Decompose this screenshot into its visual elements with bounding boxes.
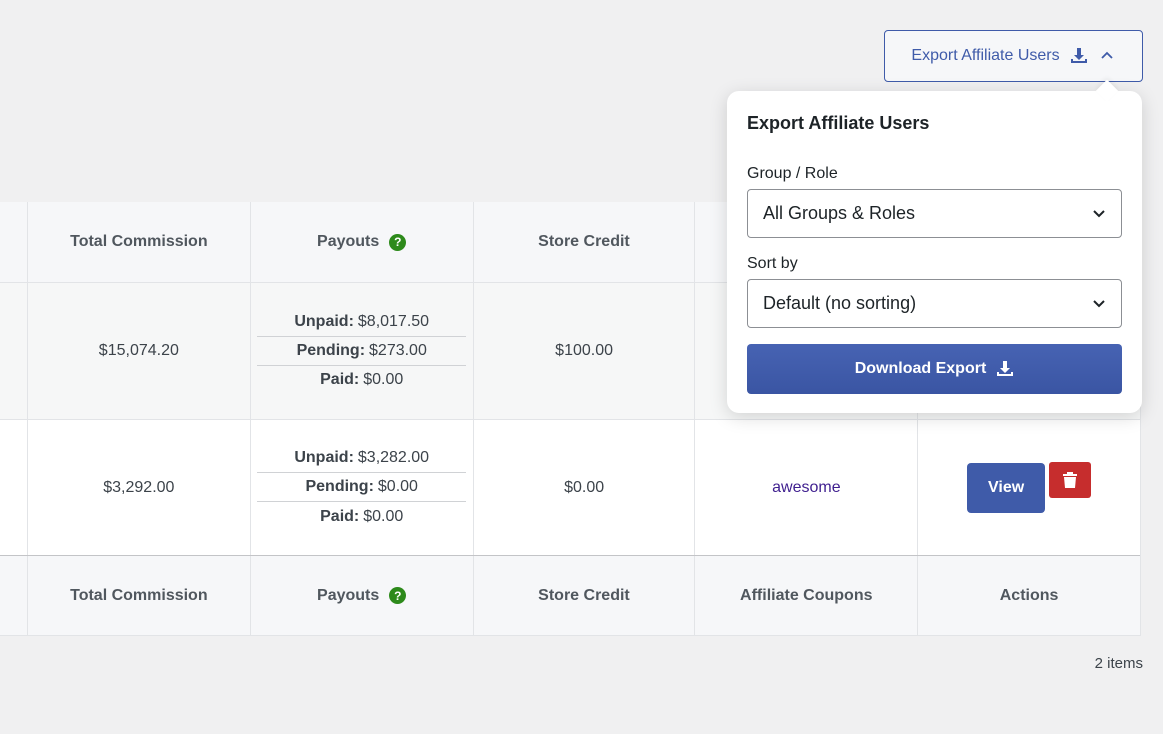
payout-paid: Paid: $0.00 bbox=[320, 507, 404, 525]
popover-title: Export Affiliate Users bbox=[747, 113, 930, 133]
download-icon bbox=[1070, 47, 1088, 65]
foot-payouts[interactable]: Payouts ? bbox=[249, 556, 473, 635]
col-payouts[interactable]: Payouts ? bbox=[249, 202, 473, 282]
payout-pending: Pending: $273.00 bbox=[257, 337, 467, 366]
total-commission-value: $15,074.20 bbox=[26, 283, 250, 419]
help-icon[interactable]: ? bbox=[389, 587, 407, 604]
trash-icon bbox=[1063, 472, 1078, 488]
store-credit-value: $0.00 bbox=[472, 420, 695, 555]
total-commission-value: $3,292.00 bbox=[26, 420, 250, 555]
row-actions: View bbox=[917, 420, 1140, 555]
download-icon bbox=[997, 361, 1014, 376]
page: Export Affiliate Users Total Commission … bbox=[0, 0, 1163, 734]
sort-by-label: Sort by bbox=[747, 255, 798, 272]
view-button[interactable]: View bbox=[967, 462, 1046, 513]
table-footer-row: Total Commission Payouts ? Store Credit … bbox=[0, 556, 1140, 636]
export-popover: Export Affiliate Users Group / Role All … bbox=[727, 91, 1142, 413]
chevron-up-icon bbox=[1098, 47, 1116, 65]
foot-actions: Actions bbox=[917, 556, 1140, 635]
coupon-link[interactable]: awesome bbox=[772, 479, 840, 497]
help-icon[interactable]: ? bbox=[389, 233, 407, 251]
store-credit-value: $100.00 bbox=[472, 283, 695, 419]
col-total-commission[interactable]: Total Commission bbox=[26, 202, 250, 282]
foot-affiliate-coupons[interactable]: Affiliate Coupons bbox=[694, 556, 917, 635]
foot-store-credit[interactable]: Store Credit bbox=[472, 556, 695, 635]
col-store-credit[interactable]: Store Credit bbox=[472, 202, 695, 282]
delete-button[interactable] bbox=[1049, 462, 1092, 498]
sort-by-select[interactable]: Default (no sorting) bbox=[747, 279, 1122, 328]
payout-unpaid: Unpaid: $3,282.00 bbox=[257, 444, 467, 473]
items-count: 2 items bbox=[1094, 655, 1143, 672]
payout-paid: Paid: $0.00 bbox=[320, 371, 404, 388]
group-role-select[interactable]: All Groups & Roles bbox=[747, 189, 1122, 238]
foot-total-commission[interactable]: Total Commission bbox=[26, 556, 250, 635]
chevron-down-icon bbox=[1093, 299, 1105, 307]
payouts-breakdown: Unpaid: $3,282.00 Pending: $0.00 Paid: $0.0… bbox=[249, 420, 473, 555]
download-export-button[interactable]: Download Export bbox=[747, 344, 1122, 394]
table-row: $3,292.00 Unpaid: $3,282.00 Pending: $0.00… bbox=[0, 420, 1140, 556]
payouts-breakdown: Unpaid: $8,017.50 Pending: $273.00 Paid: $0… bbox=[249, 283, 473, 419]
payout-unpaid: Unpaid: $8,017.50 bbox=[257, 308, 467, 337]
chevron-down-icon bbox=[1093, 209, 1105, 217]
export-toggle-label: Export Affiliate Users bbox=[911, 47, 1060, 64]
payout-pending: Pending: $0.00 bbox=[257, 473, 467, 502]
export-affiliate-users-toggle[interactable]: Export Affiliate Users bbox=[884, 30, 1143, 82]
group-role-label: Group / Role bbox=[747, 165, 838, 182]
